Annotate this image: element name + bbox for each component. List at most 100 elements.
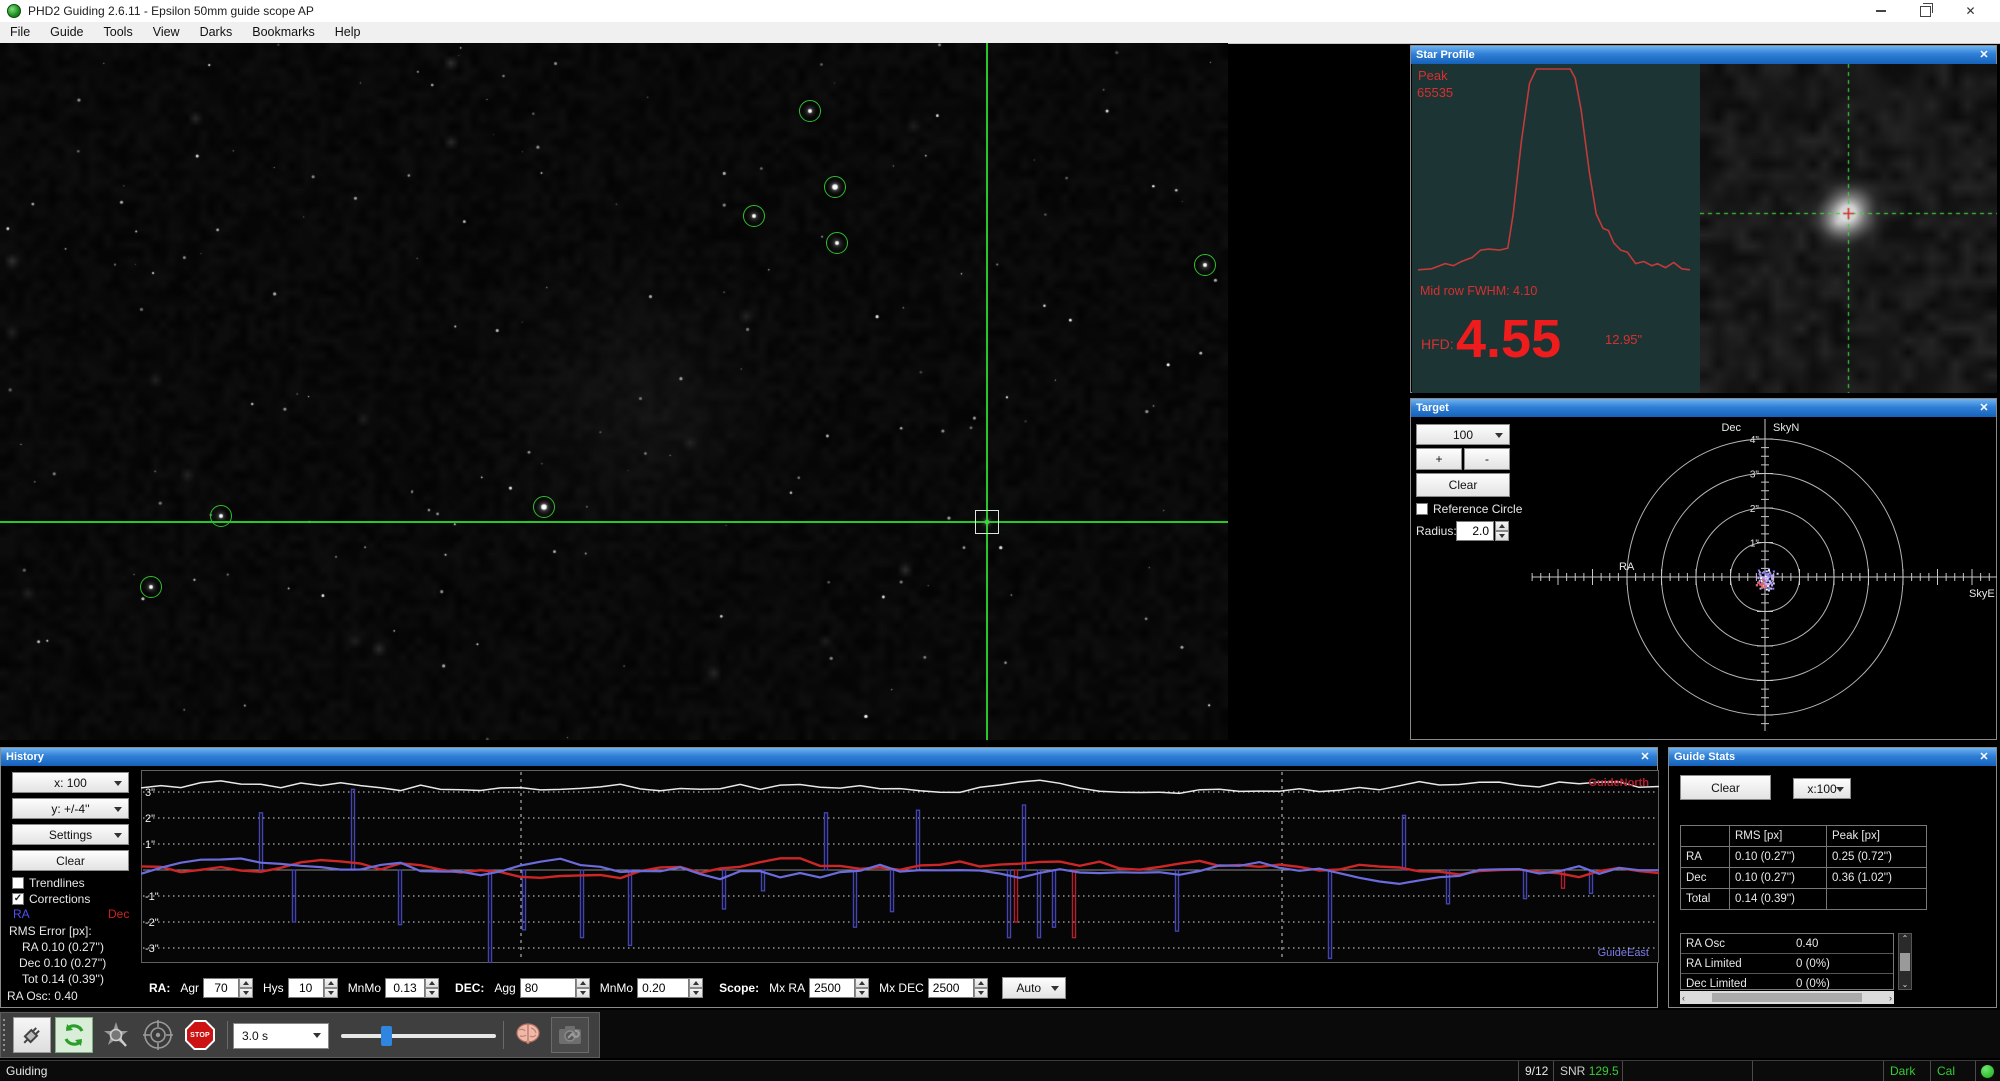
- crosshair-vertical-line: [986, 43, 988, 740]
- dec-section-label: DEC:: [455, 981, 484, 995]
- target-close-icon[interactable]: ✕: [1976, 399, 1992, 417]
- svg-text:GuideEast: GuideEast: [1598, 947, 1649, 959]
- dec-minmove-spinner[interactable]: [689, 978, 703, 998]
- stop-button[interactable]: STOP: [181, 1017, 219, 1053]
- menu-darks[interactable]: Darks: [190, 22, 243, 43]
- corrections-checkbox[interactable]: ✓: [12, 893, 24, 905]
- star-profile-graph: Peak 65535 Mid row FWHM: 4.10 HFD: 4.55 …: [1412, 64, 1700, 393]
- history-xscale-dropdown[interactable]: x: 100: [12, 772, 129, 793]
- begin-guiding-button[interactable]: [139, 1017, 177, 1053]
- window-title: PHD2 Guiding 2.6.11 - Epsilon 50mm guide…: [28, 4, 314, 18]
- menu-guide[interactable]: Guide: [40, 22, 93, 43]
- history-clear-button[interactable]: Clear: [12, 850, 129, 871]
- agr-label: Agr: [180, 981, 199, 995]
- chevron-down-icon: [114, 833, 122, 838]
- stats-horizontal-scrollbar[interactable]: ‹ ›: [1680, 991, 1894, 1004]
- dec-minmove-input[interactable]: [637, 978, 689, 998]
- stats-xscale-value: x:100: [1807, 782, 1836, 796]
- rms-stats-table: RMS [px] Peak [px] RA 0.10 (0.27'') 0.25…: [1680, 825, 1927, 910]
- mxdec-label: Mx DEC: [879, 981, 924, 995]
- connect-equipment-button[interactable]: [13, 1017, 51, 1053]
- trendlines-row: Trendlines: [12, 876, 85, 890]
- scroll-thumb[interactable]: [1712, 993, 1862, 1002]
- list-item: RA Osc 0.40: [1681, 934, 1893, 954]
- starfield-canvas: [0, 43, 1228, 740]
- svg-text:GuideNorth: GuideNorth: [1589, 777, 1650, 789]
- ra-hysteresis-spinner[interactable]: [324, 978, 338, 998]
- guide-camera-image[interactable]: [0, 43, 1228, 740]
- close-button[interactable]: ✕: [1948, 0, 1993, 22]
- ra-aggression-spinner[interactable]: [239, 978, 253, 998]
- stats-vertical-scrollbar[interactable]: ⌃ ⌄: [1898, 933, 1912, 990]
- minimize-button[interactable]: [1858, 0, 1903, 22]
- scroll-thumb[interactable]: [1900, 953, 1910, 971]
- list-item: Dec Limited 0 (0%): [1681, 974, 1893, 990]
- history-yscale-dropdown[interactable]: y: +/-4'': [12, 798, 129, 819]
- toolbar-drag-handle[interactable]: [3, 1019, 5, 1053]
- guide-history-graph: 3"2"1"-1"-2"-3"GuideNorthGuideEast: [141, 770, 1659, 963]
- menu-bookmarks[interactable]: Bookmarks: [242, 22, 325, 43]
- scroll-up-icon[interactable]: ⌃: [1902, 934, 1909, 943]
- scroll-left-icon[interactable]: ‹: [1682, 993, 1685, 1003]
- guide-star-circle: [140, 576, 162, 598]
- stats-clear-button[interactable]: Clear: [1680, 775, 1771, 800]
- slider-track[interactable]: [341, 1034, 496, 1038]
- svg-text:-2": -2": [145, 917, 159, 929]
- chevron-down-icon: [114, 807, 122, 812]
- phd2-window: PHD2 Guiding 2.6.11 - Epsilon 50mm guide…: [0, 0, 2000, 1081]
- loop-arrows-icon: [60, 1021, 88, 1049]
- dec-aggression-spinner[interactable]: [576, 978, 590, 998]
- rms-ra: RA 0.10 (0.27''): [22, 940, 104, 954]
- menu-tools[interactable]: Tools: [94, 22, 143, 43]
- dim-slider[interactable]: [341, 1023, 496, 1049]
- ra-minmove-spinner[interactable]: [425, 978, 439, 998]
- trendlines-checkbox[interactable]: [12, 877, 24, 889]
- auto-select-star-button[interactable]: [97, 1017, 135, 1053]
- star-profile-close-icon[interactable]: ✕: [1976, 46, 1992, 64]
- max-dec-spinner[interactable]: [974, 978, 988, 998]
- ra-rms-value: 0.10 (0.27''): [1730, 847, 1827, 868]
- stop-sign-icon: STOP: [185, 1020, 215, 1050]
- ra-mnmo-label: MnMo: [348, 981, 381, 995]
- restore-button[interactable]: [1903, 0, 1948, 22]
- ra-minmove-input[interactable]: [385, 978, 425, 998]
- guide-star-circle: [799, 100, 821, 122]
- snr-label: SNR: [1560, 1064, 1585, 1078]
- stop-sign-text: STOP: [187, 1022, 213, 1048]
- loop-exposures-button[interactable]: [55, 1017, 93, 1053]
- camera-settings-button[interactable]: [551, 1017, 589, 1053]
- scroll-right-icon[interactable]: ›: [1889, 993, 1892, 1003]
- svg-text:2": 2": [1750, 504, 1760, 515]
- ra-aggression-input[interactable]: [203, 978, 239, 998]
- minimize-icon: [1876, 10, 1886, 12]
- row-ra-label: RA: [1681, 847, 1730, 868]
- exposure-select[interactable]: 3.0 s: [233, 1023, 329, 1049]
- dec-mode-dropdown[interactable]: Auto: [1002, 977, 1066, 999]
- guide-star-circle: [1194, 254, 1216, 276]
- total-peak-value: [1827, 889, 1927, 910]
- menu-file[interactable]: File: [0, 22, 40, 43]
- usb-plug-icon: [19, 1022, 45, 1048]
- status-bar: Guiding 9/12 SNR 129.5 Dark Cal: [0, 1060, 2000, 1081]
- stats-xscale-dropdown[interactable]: x:100: [1793, 778, 1851, 799]
- menu-view[interactable]: View: [143, 22, 190, 43]
- fwhm-value: Mid row FWHM: 4.10: [1420, 284, 1537, 298]
- crosshair-horizontal-line: [0, 521, 1228, 523]
- max-dec-input[interactable]: [928, 978, 974, 998]
- chevron-down-icon: [1051, 986, 1059, 991]
- guide-stats-close-icon[interactable]: ✕: [1976, 748, 1992, 766]
- close-icon: ✕: [1965, 4, 1975, 18]
- history-settings-dropdown[interactable]: Settings: [12, 824, 129, 845]
- dec-limited-label: Dec Limited: [1681, 978, 1792, 990]
- menu-help[interactable]: Help: [325, 22, 371, 43]
- history-close-icon[interactable]: ✕: [1637, 748, 1653, 766]
- scroll-down-icon[interactable]: ⌄: [1902, 980, 1909, 989]
- dec-aggression-input[interactable]: [520, 978, 576, 998]
- max-ra-spinner[interactable]: [855, 978, 869, 998]
- guiding-assistant-button[interactable]: [509, 1017, 547, 1053]
- ra-hysteresis-input[interactable]: [288, 978, 324, 998]
- slider-handle[interactable]: [381, 1026, 392, 1046]
- connection-status-icon: [1981, 1065, 1994, 1078]
- hfd-label: HFD:: [1421, 336, 1454, 352]
- max-ra-input[interactable]: [809, 978, 855, 998]
